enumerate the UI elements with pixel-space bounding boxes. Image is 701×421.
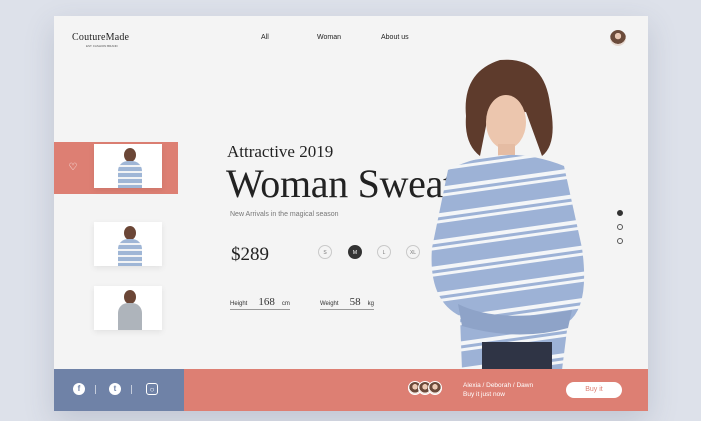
user-avatar[interactable] — [610, 30, 626, 46]
brand-name: CoutureMade — [72, 32, 130, 43]
stylist-names: Alexia / Deborah / Dawn Buy it just now — [463, 381, 533, 399]
height-unit: cm — [281, 301, 290, 307]
divider — [95, 385, 96, 394]
brand-tagline: EST. FASHION BRAND — [86, 44, 118, 48]
height-value: 168 — [258, 296, 275, 308]
nav-item-about-us[interactable]: About us — [381, 34, 409, 41]
weight-value: 58 — [349, 296, 361, 308]
divider — [131, 385, 132, 394]
height-label: Height — [230, 301, 248, 307]
heart-icon[interactable]: ♡ — [66, 161, 80, 175]
carousel-indicators — [617, 210, 623, 252]
weight-label: Weight — [320, 301, 339, 307]
nav-item-woman[interactable]: Woman — [317, 34, 341, 41]
size-option-xl[interactable]: XL — [406, 245, 420, 259]
stylist-names-line: Alexia / Deborah / Dawn — [463, 382, 534, 389]
carousel-dot-2[interactable] — [617, 224, 623, 230]
carousel-dot-3[interactable] — [617, 238, 623, 244]
size-option-s[interactable]: S — [318, 245, 332, 259]
size-option-m[interactable]: M — [348, 245, 362, 259]
instagram-icon[interactable]: ○ — [146, 383, 158, 395]
hero-subtitle: New Arrivals in the magical season — [230, 211, 339, 218]
avatar — [428, 381, 442, 395]
brand-logo[interactable]: CoutureMade EST. FASHION BRAND — [72, 32, 129, 48]
buy-button[interactable]: Buy it — [566, 382, 622, 398]
weight-unit: kg — [367, 301, 374, 307]
size-option-l[interactable]: L — [377, 245, 391, 259]
facebook-icon[interactable]: f — [73, 383, 85, 395]
price: $289 — [231, 244, 269, 265]
nav-item-all[interactable]: All — [261, 34, 269, 41]
thumbnail-1[interactable] — [94, 144, 162, 188]
product-card: CoutureMade EST. FASHION BRAND All Woman… — [54, 16, 648, 411]
carousel-dot-1[interactable] — [617, 210, 623, 216]
weight-field[interactable]: Weight 58 kg — [320, 296, 374, 310]
buy-now-text: Buy it just now — [463, 391, 505, 398]
twitter-icon[interactable]: t — [109, 383, 121, 395]
thumbnail-3[interactable] — [94, 286, 162, 330]
model-image — [431, 59, 585, 372]
hero-kicker: Attractive 2019 — [227, 142, 334, 161]
thumbnail-2[interactable] — [94, 222, 162, 266]
height-field[interactable]: Height 168 cm — [230, 296, 290, 310]
